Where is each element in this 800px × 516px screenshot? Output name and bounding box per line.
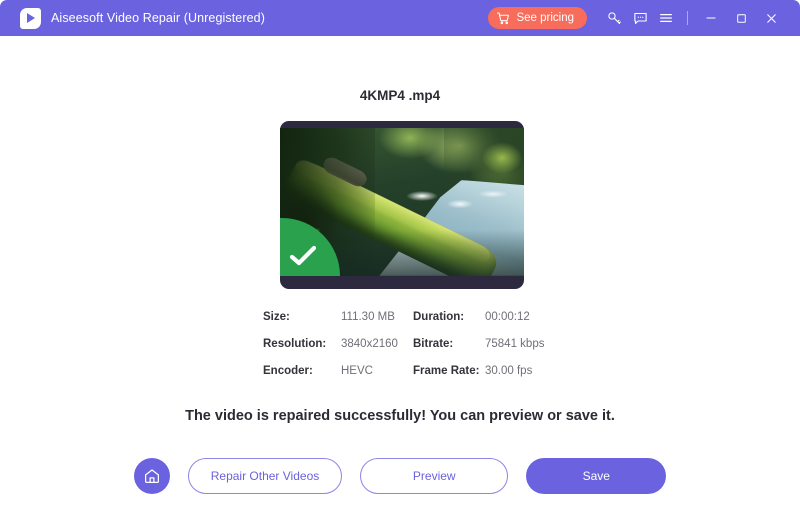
meta-value-duration: 00:00:12 — [485, 311, 530, 323]
video-metadata: Size: 111.30 MB Duration: 00:00:12 Resol… — [263, 311, 563, 377]
status-message: The video is repaired successfully! You … — [185, 408, 615, 424]
home-icon — [143, 467, 161, 485]
minimize-icon[interactable] — [696, 5, 726, 31]
meta-label-bitrate: Bitrate: — [413, 338, 454, 350]
video-thumbnail[interactable] — [280, 121, 524, 289]
meta-value-size: 111.30 MB — [341, 311, 395, 323]
play-logo-icon — [20, 7, 41, 29]
save-button[interactable]: Save — [526, 458, 667, 494]
meta-label-frame-rate: Frame Rate: — [413, 365, 480, 377]
meta-value-encoder: HEVC — [341, 365, 373, 377]
close-icon[interactable] — [756, 5, 786, 31]
meta-value-frame-rate: 30.00 fps — [485, 365, 533, 377]
meta-value-bitrate: 75841 kbps — [485, 338, 545, 350]
maximize-icon[interactable] — [726, 5, 756, 31]
meta-label-encoder: Encoder: — [263, 365, 313, 377]
menu-icon[interactable] — [653, 5, 679, 31]
action-bar: Repair Other Videos Preview Save — [0, 454, 800, 498]
see-pricing-label: See pricing — [516, 12, 574, 24]
app-title: Aiseesoft Video Repair (Unregistered) — [51, 11, 265, 25]
app-window: Aiseesoft Video Repair (Unregistered) Se… — [0, 0, 800, 516]
meta-value-resolution: 3840x2160 — [341, 338, 398, 350]
main-content: 4KMP4 .mp4 Size: 111.30 MB Duration: 00:… — [0, 36, 800, 516]
titlebar-separator — [687, 11, 688, 25]
see-pricing-button[interactable]: See pricing — [488, 7, 587, 29]
home-button[interactable] — [133, 458, 170, 494]
repair-other-videos-button[interactable]: Repair Other Videos — [187, 458, 343, 494]
title-bar: Aiseesoft Video Repair (Unregistered) Se… — [0, 0, 800, 36]
shopping-cart-icon — [497, 12, 510, 25]
preview-button[interactable]: Preview — [360, 458, 509, 494]
key-icon[interactable] — [601, 5, 627, 31]
title-bar-controls: See pricing — [488, 0, 800, 36]
meta-label-size: Size: — [263, 311, 290, 323]
check-mark-icon — [288, 244, 318, 268]
meta-label-resolution: Resolution: — [263, 338, 327, 350]
feedback-icon[interactable] — [627, 5, 653, 31]
meta-label-duration: Duration: — [413, 311, 465, 323]
file-name-title: 4KMP4 .mp4 — [359, 88, 441, 103]
